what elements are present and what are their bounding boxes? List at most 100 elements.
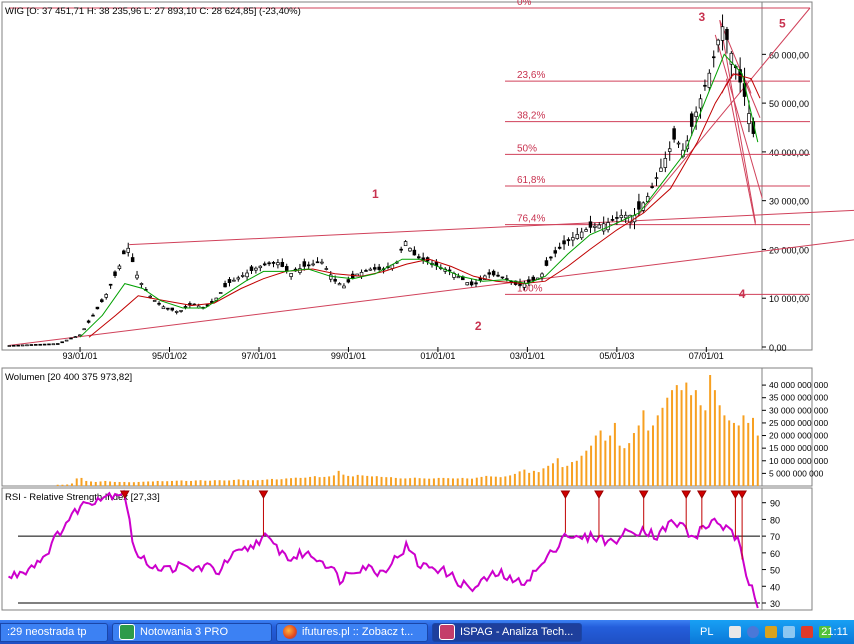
price-candle: [694, 111, 698, 118]
price-candle: [29, 344, 34, 346]
price-candle: [342, 285, 346, 289]
volume-bar: [451, 478, 454, 486]
x-tick-label: 95/01/02: [152, 351, 187, 361]
volume-bar: [699, 405, 702, 486]
price-candle: [311, 263, 315, 266]
price-candle: [496, 274, 500, 277]
price-candle: [108, 283, 113, 286]
price-candle: [725, 28, 729, 40]
volume-bar: [442, 477, 445, 486]
volume-bar: [575, 460, 578, 486]
volume-bar: [532, 470, 535, 486]
volume-bar: [423, 478, 426, 486]
price-candle: [117, 265, 122, 269]
price-candle: [465, 282, 469, 286]
volume-bar: [118, 481, 121, 486]
price-candle: [161, 306, 166, 310]
price-candle: [258, 265, 263, 269]
price-candle: [373, 267, 377, 270]
volume-bar: [647, 430, 650, 486]
volume-bar: [542, 468, 545, 486]
volume-bar: [356, 474, 359, 486]
language-indicator[interactable]: PL: [700, 626, 713, 638]
volume-bar: [518, 471, 521, 486]
volume-bar: [723, 415, 726, 486]
volume-bar: [90, 481, 93, 486]
volume-bar: [413, 477, 416, 486]
price-y-tick-label: 0,00: [769, 343, 787, 353]
volume-bar: [313, 476, 316, 486]
price-candle: [95, 306, 100, 310]
price-candle: [672, 128, 676, 140]
volume-bar: [299, 477, 302, 486]
volume-bar: [85, 480, 88, 486]
taskbar-item-notowania[interactable]: Notowania 3 PRO: [112, 622, 272, 642]
volume-bar: [752, 417, 755, 486]
taskbar-item-firefox[interactable]: ifutures.pl :: Zobacz t...: [276, 622, 428, 642]
price-candle: [157, 302, 161, 305]
taskbar-item-ispag[interactable]: ISPAG - Analiza Tech...: [432, 622, 582, 642]
x-tick-label: 05/01/03: [599, 351, 634, 361]
volume-bar: [704, 410, 707, 486]
price-candle: [698, 98, 703, 109]
volume-bar: [656, 415, 659, 486]
volume-bar: [209, 480, 212, 486]
security-shield-icon[interactable]: [801, 626, 814, 638]
price-candle: [91, 314, 95, 317]
price-candle: [126, 247, 130, 253]
rsi-y-tick-label: 40: [770, 582, 780, 592]
volume-bar: [756, 435, 759, 486]
volume-bar: [485, 475, 488, 486]
price-candle: [104, 294, 108, 298]
volume-bar: [561, 467, 564, 486]
price-candle: [676, 142, 681, 145]
price-candle: [306, 264, 311, 267]
volume-bar: [390, 477, 393, 486]
volume-bar: [175, 480, 178, 486]
price-candle: [650, 186, 654, 188]
volume-bar: [242, 479, 245, 486]
wave-label: 3: [699, 10, 706, 24]
price-candle: [86, 320, 91, 323]
chart-canvas: 0,00 10 000,00 20 000,00 30 000,00 40 000,00…: [1, 0, 854, 611]
price-candle: [25, 344, 29, 347]
price-candle: [456, 276, 461, 279]
price-candle: [531, 276, 535, 281]
price-candle: [223, 283, 227, 288]
price-candle: [271, 262, 276, 264]
back-arrow-icon[interactable]: [747, 626, 760, 638]
rsi-panel: [1, 487, 813, 611]
wave-label: 5: [779, 17, 786, 31]
volume-bar: [747, 422, 750, 486]
price-candle: [654, 177, 659, 179]
price-candle: [597, 224, 602, 229]
rsi-chart-title: RSI - Relative Strength Index [27,33]: [5, 492, 160, 503]
network-icon[interactable]: [783, 626, 796, 638]
volume-bar: [385, 477, 388, 486]
volume-bar: [694, 390, 697, 486]
price-candle: [113, 271, 117, 276]
price-candle: [170, 307, 175, 311]
volume-bar: [490, 476, 493, 486]
price-candle: [100, 299, 104, 302]
volume-bar: [199, 480, 202, 486]
taskbar-item-neostrada[interactable]: :29 neostrada tp: [0, 622, 108, 642]
volume-bar: [270, 478, 273, 486]
price-candle: [544, 260, 549, 266]
volume-bar: [613, 422, 616, 486]
keyboard-icon[interactable]: [729, 626, 742, 638]
price-candle: [350, 273, 355, 279]
price-candle: [82, 328, 86, 331]
volume-bar: [623, 448, 626, 486]
speaker-icon[interactable]: [765, 626, 778, 638]
price-candle: [575, 234, 580, 239]
price-candle: [51, 343, 56, 346]
volume-y-tick-label: 15 000 000 000: [769, 443, 828, 453]
price-y-tick-label: 40 000,00: [769, 148, 809, 158]
volume-bar: [594, 435, 597, 486]
chart-window: 0,00 10 000,00 20 000,00 30 000,00 40 000,00…: [0, 0, 854, 620]
price-candle: [491, 270, 496, 276]
volume-bar: [375, 476, 378, 486]
volume-bar: [61, 484, 64, 486]
volume-bar: [285, 478, 288, 486]
